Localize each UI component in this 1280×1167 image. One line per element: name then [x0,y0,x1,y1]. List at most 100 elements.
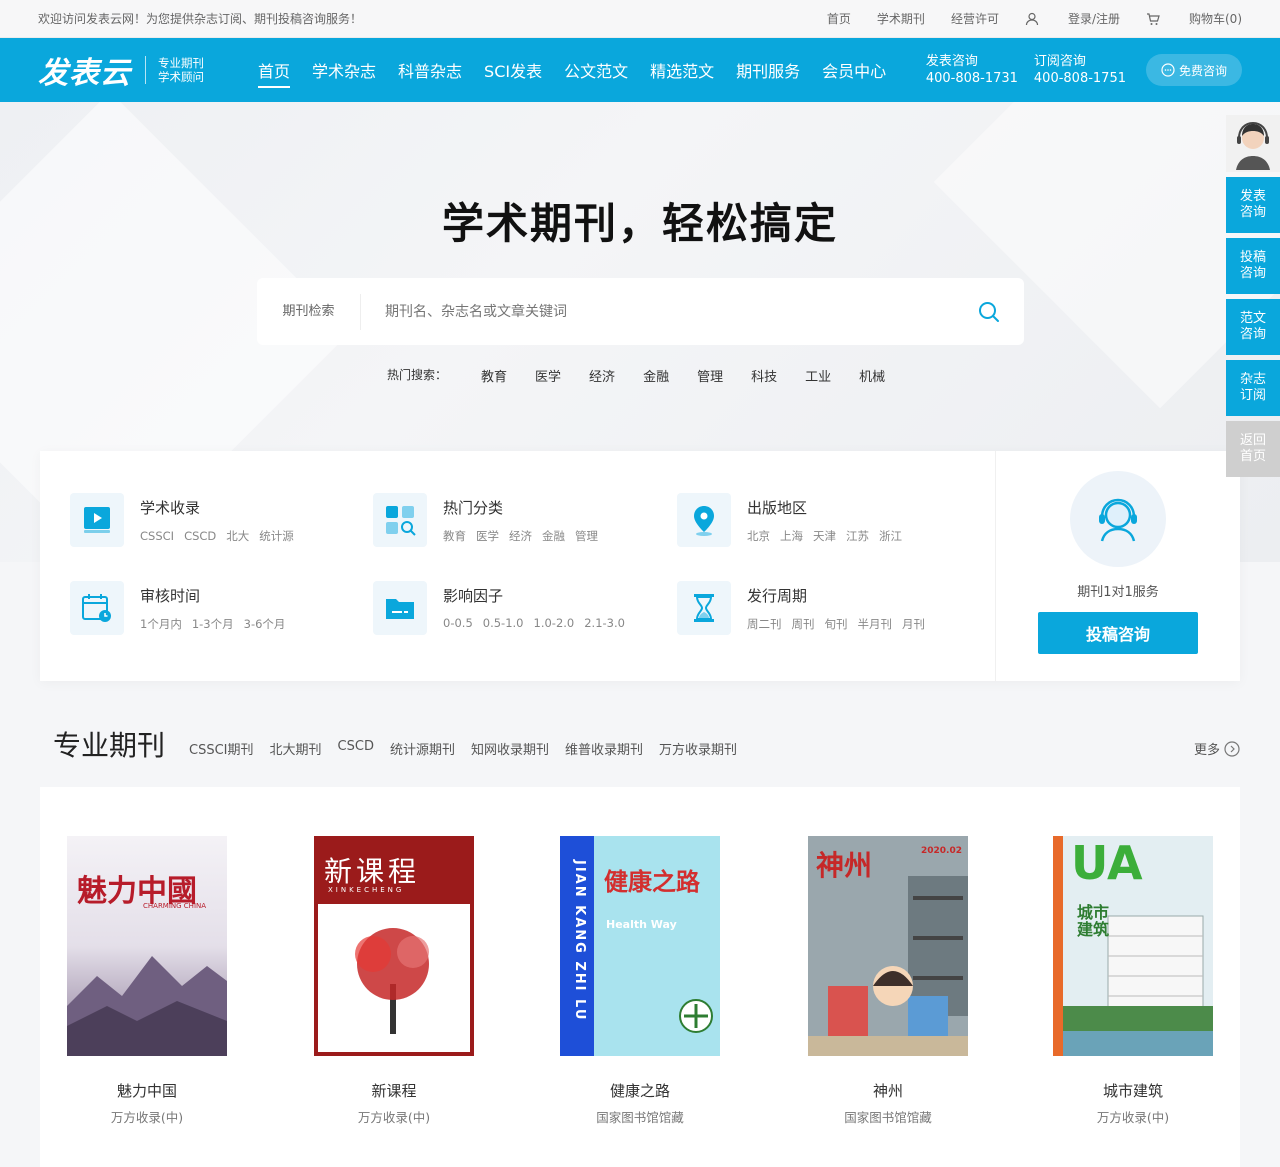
top-link-journals[interactable]: 学术期刊 [877,10,925,27]
journal-cover[interactable]: 新课程 XINKECHENG [314,836,474,1056]
nav-item-home[interactable]: 首页 [258,38,291,102]
publish-contact: 发表咨询 400-808-1731 [926,53,1018,87]
top-link-license[interactable]: 经营许可 [951,10,999,27]
cart-link[interactable]: 购物车(0) [1146,10,1242,27]
hot-keyword-economy[interactable]: 经济 [589,366,615,385]
tag[interactable]: CSSCI [140,529,174,543]
category-popular[interactable]: 热门分类 教育 医学 经济 金融 管理 [373,493,608,547]
category-impact-factor[interactable]: 影响因子 0-0.5 0.5-1.0 1.0-2.0 2.1-3.0 [373,581,635,635]
tag[interactable]: 北大 [226,529,249,543]
nav-item-academic[interactable]: 学术杂志 [312,38,376,102]
tag[interactable]: 旬刊 [825,617,848,631]
journal-name[interactable]: 魅力中国 [67,1080,227,1101]
tag[interactable]: 周二刊 [747,617,782,631]
journal-card[interactable]: 魅力中國 CHARMING CHINA 魅力中国 万方收录(中) [67,836,227,1126]
tag[interactable]: 医学 [476,529,499,543]
float-magazine-subscribe[interactable]: 杂志 订阅 [1226,360,1280,416]
category-review-time[interactable]: 审核时间 1个月内 1-3个月 3-6个月 [70,581,295,635]
tag[interactable]: 上海 [780,529,803,543]
tag[interactable]: 1个月内 [140,617,182,631]
submit-consult-button[interactable]: 投稿咨询 [1038,612,1198,654]
tab-cnki[interactable]: 知网收录期刊 [471,739,549,758]
float-back-home[interactable]: 返回 首页 [1226,421,1280,477]
tag[interactable]: 0-0.5 [443,616,473,630]
journal-cover[interactable]: UA 城市建筑 [1053,836,1213,1056]
tag[interactable]: 1-3个月 [192,617,234,631]
tag[interactable]: 周刊 [792,617,815,631]
journal-cover[interactable]: 神州 2020.02 [808,836,968,1056]
nav-item-selected-docs[interactable]: 精选范文 [650,38,714,102]
journal-name[interactable]: 神州 [808,1080,968,1101]
tab-cscd[interactable]: CSCD [338,739,374,758]
tag[interactable]: 浙江 [879,529,902,543]
user-icon [1025,12,1039,25]
service-avatar [1070,471,1166,567]
login-link[interactable]: 登录/注册 [1025,10,1120,27]
tab-pku[interactable]: 北大期刊 [270,739,322,758]
search-button[interactable] [954,301,1024,323]
journal-card[interactable]: 新课程 XINKECHENG 新课程 万方收录(中) [314,836,474,1126]
float-sample-consult[interactable]: 范文 咨询 [1226,299,1280,355]
tag[interactable]: 教育 [443,529,466,543]
hot-keyword-medicine[interactable]: 医学 [535,366,561,385]
float-publish-consult[interactable]: 发表 咨询 [1226,177,1280,233]
tree-art [355,928,429,1034]
tag[interactable]: 管理 [575,529,598,543]
nav-item-sci[interactable]: SCI发表 [484,38,542,102]
hot-keyword-finance[interactable]: 金融 [643,366,669,385]
hot-keyword-machinery[interactable]: 机械 [859,366,885,385]
float-submit-consult[interactable]: 投稿 咨询 [1226,238,1280,294]
category-frequency[interactable]: 发行周期 周二刊 周刊 旬刊 半月刊 月刊 [677,581,935,635]
nav-item-popular-science[interactable]: 科普杂志 [398,38,462,102]
top-link-home[interactable]: 首页 [827,10,851,27]
hot-keyword-industry[interactable]: 工业 [805,366,831,385]
journal-card[interactable]: UA 城市建筑 城市建筑 万方收录(中) [1053,836,1213,1126]
hot-search-label: 热门搜索： [387,368,448,382]
journal-name[interactable]: 新课程 [314,1080,474,1101]
tag[interactable]: 2.1-3.0 [584,616,625,630]
customer-service-avatar[interactable] [1226,115,1280,172]
journal-tag: 万方收录(中) [357,1110,431,1125]
tag[interactable]: 北京 [747,529,770,543]
cart-icon [1147,12,1160,25]
journal-cover[interactable]: 魅力中國 CHARMING CHINA [67,836,227,1056]
tag[interactable]: 月刊 [902,617,925,631]
category-region-tags: 北京 上海 天津 江苏 浙江 [747,528,912,544]
location-pin-icon [694,506,714,536]
tag[interactable]: 统计源 [259,529,294,543]
search-input[interactable] [361,291,954,332]
tag[interactable]: 天津 [813,529,836,543]
tag[interactable]: 0.5-1.0 [483,616,524,630]
journal-name[interactable]: 城市建筑 [1053,1080,1213,1101]
tab-stat-source[interactable]: 统计源期刊 [390,739,455,758]
category-frequency-tags: 周二刊 周刊 旬刊 半月刊 月刊 [747,616,935,632]
hot-keyword-education[interactable]: 教育 [481,366,507,385]
nav-item-member[interactable]: 会员中心 [822,38,886,102]
hot-keyword-technology[interactable]: 科技 [751,366,777,385]
tab-vip[interactable]: 维普收录期刊 [565,739,643,758]
hot-keyword-management[interactable]: 管理 [697,366,723,385]
free-consult-button[interactable]: 免费咨询 [1146,54,1242,86]
category-region[interactable]: 出版地区 北京 上海 天津 江苏 浙江 [677,493,912,547]
journal-card[interactable]: JIAN KANG ZHI LU 健康之路 Health Way 健康之路 国家… [560,836,720,1126]
journal-name[interactable]: 健康之路 [560,1080,720,1101]
journal-tag: 万方收录(中) [110,1110,184,1125]
journal-card[interactable]: 神州 2020.02 神州 国家图书馆馆藏 [808,836,968,1126]
tag[interactable]: 江苏 [846,529,869,543]
tag[interactable]: 金融 [542,529,565,543]
more-link[interactable]: 更多 [1194,739,1240,758]
journal-cover[interactable]: JIAN KANG ZHI LU 健康之路 Health Way [560,836,720,1056]
tab-cssci[interactable]: CSSCI期刊 [189,739,254,758]
tag[interactable]: 经济 [509,529,532,543]
nav-item-official-docs[interactable]: 公文范文 [564,38,628,102]
category-indexing[interactable]: 学术收录 CSSCI CSCD 北大 统计源 [70,493,304,547]
tag[interactable]: CSCD [184,529,216,543]
nav-item-services[interactable]: 期刊服务 [736,38,800,102]
search-type-label[interactable]: 期刊检索 [257,293,361,330]
tag[interactable]: 半月刊 [858,617,893,631]
tag[interactable]: 3-6个月 [244,617,286,631]
logo[interactable]: 发表云 专业期刊 学术顾问 [38,48,258,92]
tab-wanfang[interactable]: 万方收录期刊 [659,739,737,758]
cover-title: 新课程 [324,855,421,888]
tag[interactable]: 1.0-2.0 [534,616,575,630]
